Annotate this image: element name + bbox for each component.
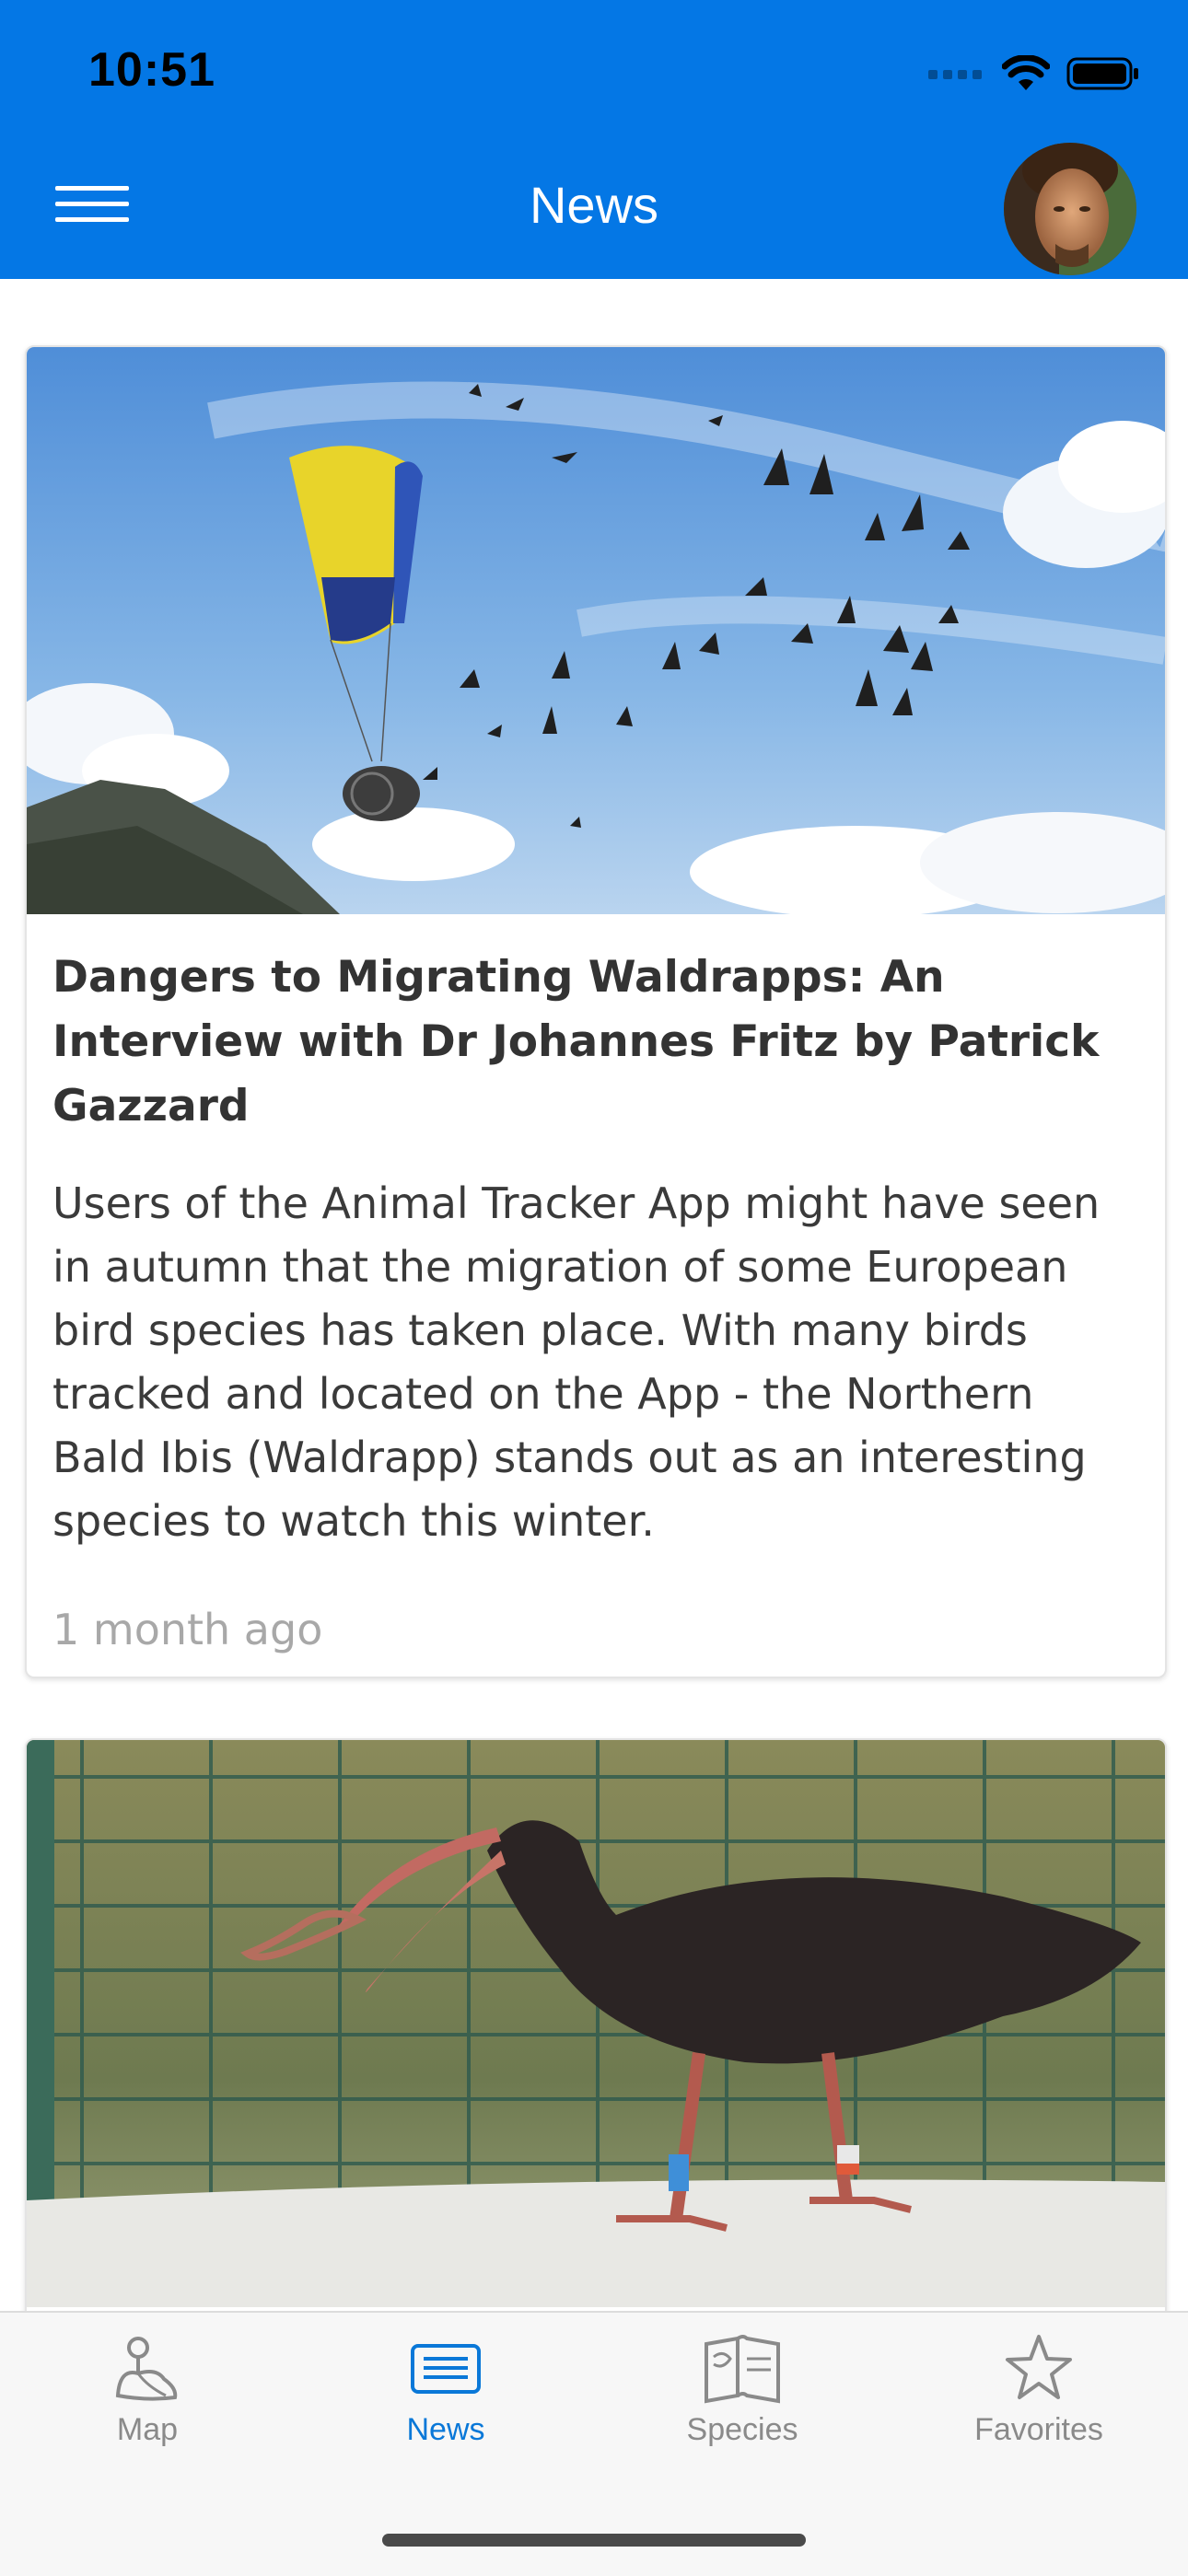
article-image (27, 1740, 1165, 2307)
book-icon (705, 2335, 780, 2404)
battery-icon (1066, 57, 1138, 90)
wifi-icon (1002, 55, 1050, 90)
news-icon (411, 2344, 481, 2394)
user-avatar[interactable] (1004, 143, 1136, 275)
star-icon (1006, 2335, 1072, 2399)
tab-label: Favorites (974, 2412, 1103, 2447)
news-card[interactable] (25, 1738, 1167, 2312)
tab-label: Species (686, 2412, 798, 2447)
status-icons (928, 53, 1140, 94)
article-body: Dangers to Migrating Waldrapps: An Inter… (27, 914, 1165, 1677)
news-feed[interactable]: Dangers to Migrating Waldrapps: An Inter… (0, 279, 1188, 2312)
tab-label: News (406, 2412, 485, 2447)
news-card[interactable]: Dangers to Migrating Waldrapps: An Inter… (25, 345, 1167, 1678)
tab-species[interactable]: Species (627, 2331, 857, 2448)
tab-news[interactable]: News (331, 2331, 561, 2448)
article-summary: Users of the Animal Tracker App might ha… (52, 1178, 1101, 1546)
tab-label: Map (116, 2412, 179, 2447)
navigation-bar: News (0, 138, 1188, 279)
home-indicator[interactable] (382, 2534, 806, 2547)
article-title[interactable]: Dangers to Migrating Waldrapps: An Inter… (52, 946, 1139, 1139)
article-image (27, 347, 1165, 914)
status-time: 10:51 (88, 43, 215, 97)
tab-map[interactable]: Map (32, 2331, 262, 2448)
tab-favorites[interactable]: Favorites (924, 2331, 1154, 2448)
article-timestamp: 1 month ago (52, 1605, 323, 1654)
map-pin-icon (115, 2337, 178, 2401)
cellular-signal-icon (928, 70, 982, 79)
status-bar: 10:51 (0, 0, 1188, 138)
